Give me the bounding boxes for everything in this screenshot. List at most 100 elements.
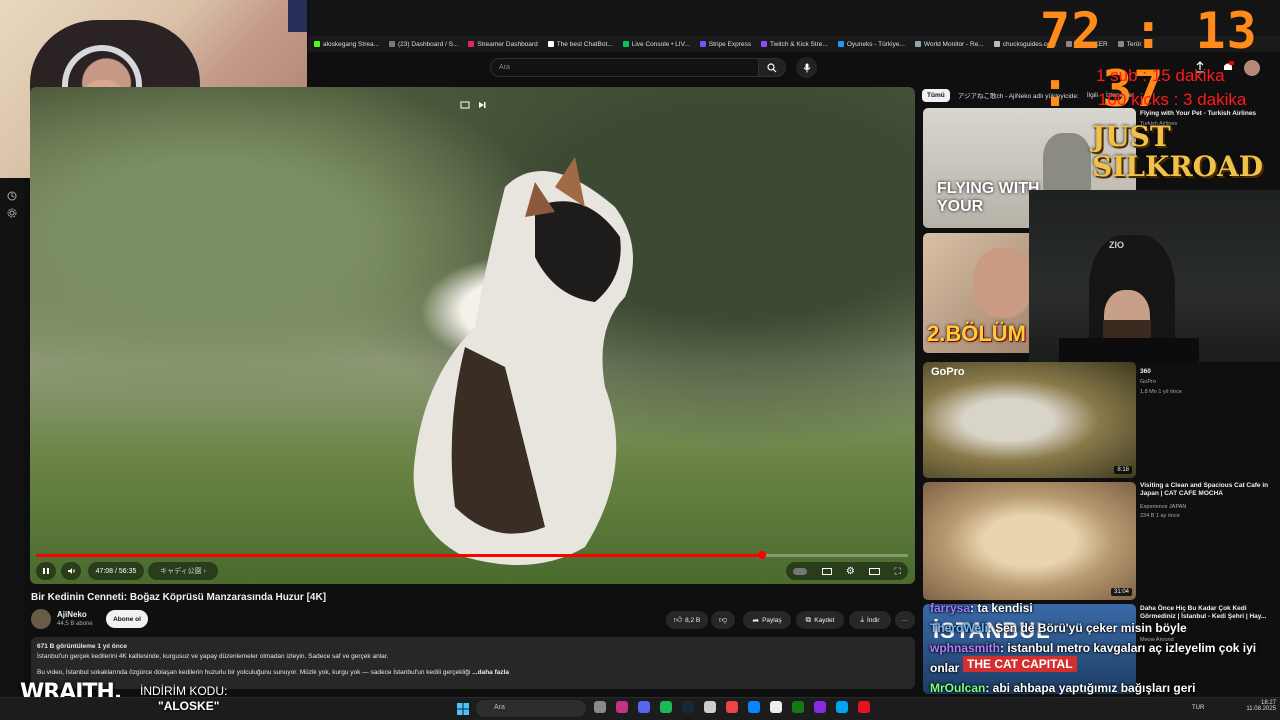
taskbar-app-icon[interactable] bbox=[814, 701, 826, 713]
chair-brand-text: ZIO bbox=[1109, 240, 1124, 250]
player-right-controls: ⚙ ⛶ bbox=[786, 562, 908, 580]
taskbar-app-icon[interactable] bbox=[616, 701, 628, 713]
bookmark-item[interactable]: Live Console • LIV... bbox=[622, 40, 690, 48]
search-input[interactable]: Ara bbox=[490, 58, 760, 77]
taskbar-app-icon[interactable] bbox=[770, 701, 782, 713]
taskbar-clock[interactable]: 18:27 11.08.2025 bbox=[1240, 700, 1276, 712]
bookmark-label: Live Console • LIV... bbox=[631, 40, 690, 48]
microphone-icon bbox=[803, 63, 810, 72]
chat-message: farrysa: ta kendisi bbox=[930, 598, 1280, 618]
sub-rule-text: 1 sub : 15 dakika bbox=[1096, 66, 1225, 85]
video-player[interactable] bbox=[30, 87, 915, 584]
recommendation-thumbnail[interactable]: 31:04 bbox=[923, 482, 1136, 600]
recommendation-channel[interactable]: GoPro bbox=[1140, 378, 1275, 386]
chat-username: farrysa bbox=[930, 601, 971, 615]
promo-code: "ALOSKE" bbox=[158, 699, 220, 713]
subscriber-count: 44,5 B abone bbox=[57, 621, 93, 627]
video-description[interactable]: 671 B görüntüleme 1 yıl önce İstanbul'un… bbox=[31, 637, 915, 689]
taskbar-app-icon[interactable] bbox=[726, 701, 738, 713]
clock-date: 11.08.2025 bbox=[1246, 706, 1276, 712]
gopro-logo: GoPro bbox=[931, 366, 965, 378]
skip-icon[interactable] bbox=[477, 97, 487, 108]
bookmark-favicon-icon bbox=[699, 41, 706, 47]
taskbar-app-icon[interactable] bbox=[792, 701, 804, 713]
history-icon[interactable] bbox=[7, 188, 17, 201]
bookmark-item[interactable]: (23) Dashboard / S... bbox=[389, 41, 458, 48]
recommendation-title[interactable]: Visiting a Clean and Spacious Cat Cafe i… bbox=[1140, 482, 1275, 498]
recommendation-stats: 234 B 1 ay önce bbox=[1140, 513, 1180, 519]
bookmark-favicon-icon bbox=[622, 41, 629, 47]
download-label: İndir bbox=[866, 616, 880, 624]
recommendation-title[interactable]: 360 bbox=[1140, 368, 1275, 376]
taskbar-search[interactable]: Ara bbox=[476, 700, 586, 717]
chat-text: : Sen de Börü'yü çeker misin böyle bbox=[987, 621, 1187, 635]
autoplay-toggle[interactable] bbox=[793, 567, 808, 575]
taskbar-search-label: Ara bbox=[494, 704, 505, 711]
taskbar-app-icon[interactable] bbox=[858, 701, 870, 713]
bookmark-favicon-icon bbox=[468, 41, 475, 47]
bookmark-item[interactable]: The best ChatBot... bbox=[547, 41, 613, 48]
bookmark-item[interactable]: Oyuneks - Türkiye... bbox=[837, 40, 905, 48]
keyboard-language[interactable]: TUR bbox=[1192, 705, 1204, 711]
bookmark-label: Oyuneks - Türkiye... bbox=[846, 40, 905, 48]
fullscreen-icon[interactable]: ⛶ bbox=[895, 566, 901, 577]
download-button[interactable]: ⤓ İndir bbox=[849, 611, 891, 629]
taskbar-app-icon[interactable] bbox=[836, 701, 848, 713]
chat-username: TheroWeli bbox=[930, 621, 988, 635]
settings-gear-icon[interactable]: ⚙ bbox=[846, 566, 855, 577]
taskbar-app-icon[interactable] bbox=[660, 701, 672, 713]
chat-message: MrOulcan: abi ahbapa yaptığımız bağışlar… bbox=[930, 678, 1280, 698]
dislike-button[interactable]: 👎︎ bbox=[711, 611, 735, 629]
chat-text: : abi ahbapa yaptığımız bağışları geri bbox=[985, 681, 1196, 695]
sponsor-logo: JUST SILKROAD bbox=[1092, 120, 1264, 183]
video-progress-bar[interactable] bbox=[36, 551, 908, 559]
settings-icon[interactable] bbox=[7, 205, 17, 218]
like-button[interactable]: 👍︎ 8,2 B bbox=[666, 611, 708, 629]
bookmark-item[interactable]: Twitch & Kick Stre... bbox=[761, 41, 828, 48]
bookmark-icon: ⧉ bbox=[805, 615, 812, 624]
bookmark-favicon-icon bbox=[314, 41, 320, 47]
promo-text: İNDİRİM KODU: bbox=[140, 684, 228, 698]
recommendation-channel[interactable]: Experience JAPAN bbox=[1140, 503, 1275, 511]
chapter-button[interactable]: キャディ公園 › bbox=[148, 562, 218, 580]
bookmark-item[interactable]: World Monitor - Re... bbox=[914, 41, 984, 48]
thumbs-up-icon: 👍︎ bbox=[673, 615, 683, 624]
description-line-1: İstanbul'un gerçek kedilerini 4K kalites… bbox=[37, 653, 389, 660]
description-line-2: Bu video, İstanbul sokaklarında özgürce … bbox=[37, 669, 471, 676]
bookmark-item[interactable]: Streamer Dashboard bbox=[468, 41, 538, 48]
voice-search-button[interactable] bbox=[796, 57, 817, 78]
taskbar-app-icon[interactable] bbox=[638, 701, 650, 713]
subscribe-button[interactable]: Abone ol bbox=[106, 610, 148, 628]
share-button[interactable]: ➦ Paylaş bbox=[743, 611, 791, 629]
video-duration: 31:04 bbox=[1110, 588, 1132, 596]
guest-webcam: ZIO bbox=[1029, 190, 1280, 362]
chat-username: MrOulcan bbox=[930, 681, 986, 695]
subtitles-icon[interactable] bbox=[821, 567, 832, 575]
side-rail bbox=[0, 178, 24, 720]
taskbar-app-icon[interactable] bbox=[682, 701, 694, 713]
channel-name[interactable]: AjiNeko bbox=[57, 610, 87, 619]
more-icon: ··· bbox=[901, 616, 909, 624]
kick-rule-text: 100 kicks : 3 dakika bbox=[1098, 90, 1247, 109]
pause-button[interactable] bbox=[36, 562, 56, 580]
bookmark-item[interactable]: aloskegang Strea... bbox=[314, 41, 379, 48]
thumbs-down-icon: 👎︎ bbox=[718, 615, 728, 624]
taskbar-app-icon[interactable] bbox=[748, 701, 760, 713]
bookmark-item[interactable]: Stripe Express bbox=[699, 41, 751, 48]
more-actions-button[interactable]: ··· bbox=[895, 611, 915, 629]
bookmark-favicon-icon bbox=[761, 41, 768, 47]
windows-start-icon[interactable] bbox=[457, 702, 469, 715]
miniplayer-icon[interactable] bbox=[460, 97, 470, 109]
channel-avatar[interactable] bbox=[31, 609, 51, 629]
save-button[interactable]: ⧉ Kaydet bbox=[796, 611, 844, 629]
volume-button[interactable] bbox=[61, 562, 81, 580]
recommendation-thumbnail[interactable]: GoPro 8:18 bbox=[923, 362, 1136, 478]
taskbar-app-icon[interactable] bbox=[594, 701, 606, 713]
chat-text: : ta kendisi bbox=[970, 601, 1033, 615]
taskbar-app-icon[interactable] bbox=[704, 701, 716, 713]
search-button[interactable] bbox=[758, 58, 786, 77]
show-more-link[interactable]: ...daha fazla bbox=[472, 669, 509, 676]
pause-icon bbox=[43, 568, 49, 574]
theater-mode-icon[interactable] bbox=[869, 567, 881, 575]
chip-all[interactable]: Tümü bbox=[922, 88, 950, 102]
